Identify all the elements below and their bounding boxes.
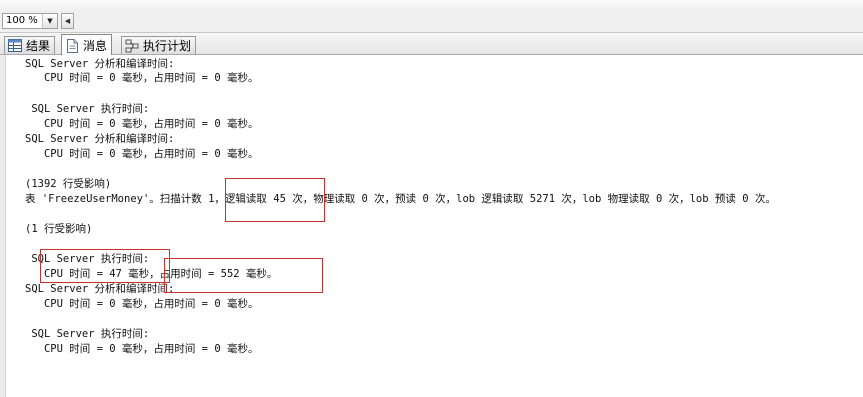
message-line: CPU 时间 = 0 毫秒，占用时间 = 0 毫秒。 bbox=[25, 343, 259, 355]
message-line: CPU 时间 = 0 毫秒，占用时间 = 0 毫秒。 bbox=[25, 298, 259, 310]
tab-messages-label: 消息 bbox=[83, 38, 108, 53]
messages-pane[interactable]: SQL Server 分析和编译时间: CPU 时间 = 0 毫秒，占用时间 =… bbox=[6, 55, 863, 397]
message-line: SQL Server 分析和编译时间: bbox=[25, 283, 175, 295]
message-line: SQL Server 分析和编译时间: bbox=[25, 133, 175, 145]
execution-plan-icon bbox=[125, 39, 139, 53]
zoom-value: 100 % bbox=[6, 15, 38, 26]
tab-messages[interactable]: 消息 bbox=[61, 34, 113, 55]
zoom-dropdown[interactable]: 100 % ▼ bbox=[2, 13, 58, 29]
tab-execution-plan-label: 执行计划 bbox=[143, 39, 192, 53]
document-icon bbox=[65, 38, 79, 53]
highlight-box-logical-reads bbox=[225, 178, 325, 222]
message-line: SQL Server 执行时间: bbox=[25, 328, 150, 340]
message-line: SQL Server 分析和编译时间: bbox=[25, 58, 175, 70]
chevron-down-icon[interactable]: ▼ bbox=[42, 14, 57, 28]
message-line: (1392 行受影响) bbox=[25, 178, 112, 190]
tab-results[interactable]: 结果 bbox=[4, 36, 56, 54]
tab-results-label: 结果 bbox=[26, 39, 51, 53]
highlight-box-elapsed-time bbox=[164, 258, 323, 293]
message-line: CPU 时间 = 0 毫秒，占用时间 = 0 毫秒。 bbox=[25, 118, 259, 130]
message-line: CPU 时间 = 0 毫秒，占用时间 = 0 毫秒。 bbox=[25, 72, 259, 84]
highlight-box-execution-time bbox=[40, 249, 170, 283]
scroll-left-button[interactable]: ◀ bbox=[61, 13, 74, 29]
message-line: 表 'FreezeUserMoney'。扫描计数 1，逻辑读取 45 次，物理读… bbox=[25, 193, 776, 205]
message-line: CPU 时间 = 0 毫秒，占用时间 = 0 毫秒。 bbox=[25, 148, 259, 160]
results-tab-strip: 结果 消息 执行计划 bbox=[0, 33, 863, 55]
message-line: SQL Server 执行时间: bbox=[25, 103, 150, 115]
results-toolbar: 100 % ▼ ◀ bbox=[0, 12, 863, 33]
message-line: (1 行受影响) bbox=[25, 223, 93, 235]
tab-execution-plan[interactable]: 执行计划 bbox=[121, 36, 197, 54]
grid-icon bbox=[8, 39, 22, 52]
